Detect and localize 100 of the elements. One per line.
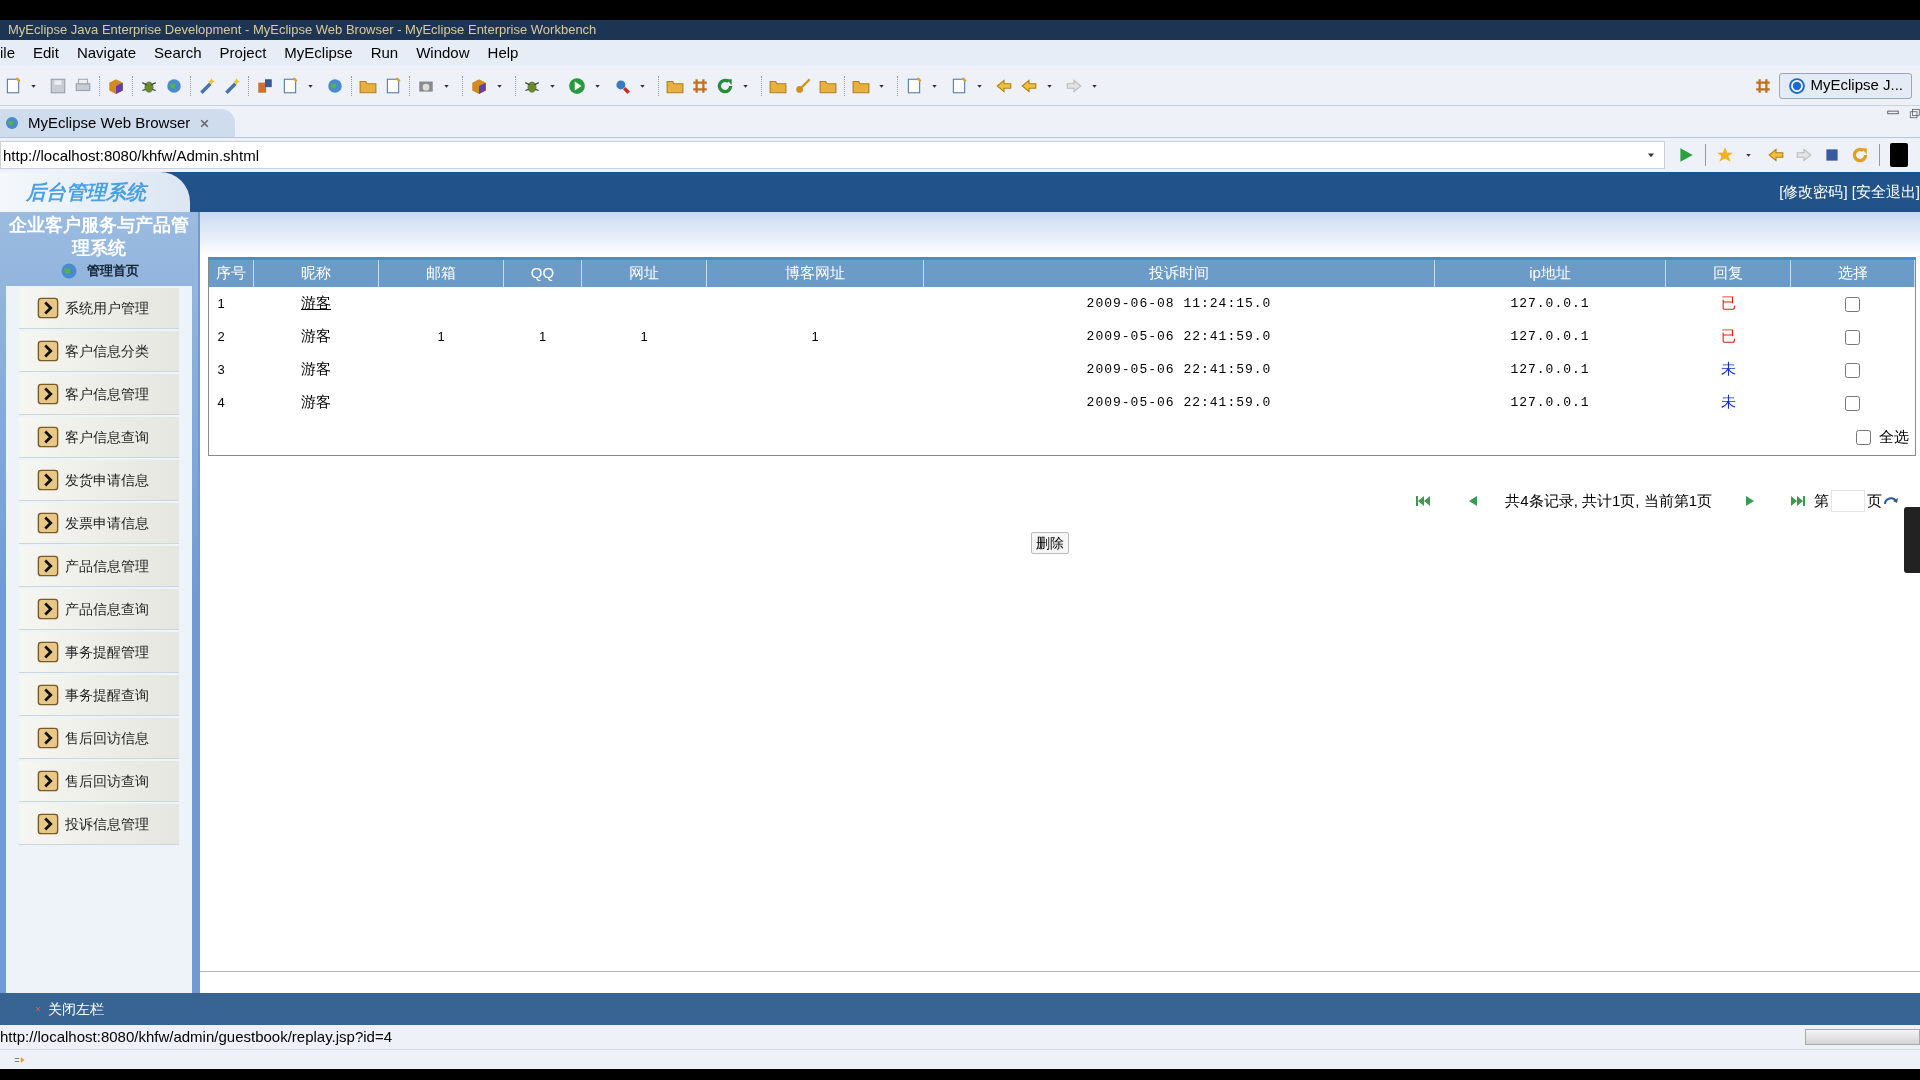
sidebar-item[interactable]: 投诉信息管理 — [18, 804, 179, 845]
refresh-icon[interactable] — [1851, 146, 1869, 164]
menu-item[interactable]: ile — [0, 41, 24, 65]
refresh-icon[interactable] — [716, 76, 734, 95]
row-checkbox[interactable] — [1845, 362, 1860, 378]
table-cell: 127.0.0.1 — [1510, 361, 1590, 377]
table-cell: 1 — [217, 295, 225, 311]
menu-item[interactable]: Search — [145, 41, 211, 65]
nickname-link[interactable]: 游客 — [301, 360, 331, 378]
sidebar-item[interactable]: 事务提醒查询 — [18, 675, 179, 716]
home-link[interactable]: 管理首页 — [58, 260, 139, 282]
chevron-icon — [36, 598, 59, 620]
editor-tab[interactable]: MyEclipse Web Browser — [0, 109, 236, 137]
sidebar-item[interactable]: 客户信息查询 — [18, 417, 179, 458]
delete-button[interactable]: 删除 — [1030, 532, 1069, 554]
wand-icon[interactable] — [223, 76, 241, 95]
document-icon[interactable] — [384, 76, 402, 95]
save-icon[interactable] — [49, 76, 67, 95]
sidebar-item[interactable]: 售后回访信息 — [18, 718, 179, 759]
table-cell: 1 — [538, 328, 547, 344]
nickname-link[interactable]: 游客 — [301, 294, 331, 312]
select-all-checkbox[interactable] — [1856, 429, 1871, 445]
sidebar-item[interactable]: 事务提醒管理 — [18, 632, 179, 673]
table-cell: 127.0.0.1 — [1510, 328, 1590, 344]
restore-icon[interactable] — [1908, 107, 1920, 121]
menu-item[interactable]: Run — [361, 41, 408, 65]
globe-icon[interactable] — [326, 76, 344, 95]
close-icon — [34, 1005, 42, 1013]
document-icon[interactable] — [950, 76, 968, 95]
grid-icon[interactable] — [691, 76, 709, 95]
row-checkbox[interactable] — [1845, 329, 1860, 345]
grid-icon[interactable] — [1754, 76, 1773, 95]
arrow-left-icon[interactable] — [995, 76, 1013, 95]
column-header: 昵称 — [253, 260, 379, 287]
arrow-left-icon[interactable] — [1767, 146, 1785, 164]
table-cell: 2009-05-06 22:41:59.0 — [1086, 328, 1272, 344]
sidebar-item[interactable]: 售后回访查询 — [18, 761, 179, 802]
panel-toggle[interactable] — [1890, 143, 1908, 167]
menu-item[interactable]: Edit — [24, 41, 68, 65]
menu-item[interactable]: Window — [407, 41, 479, 65]
sidebar-item[interactable]: 产品信息查询 — [18, 589, 179, 630]
chevron-icon — [36, 340, 59, 362]
row-checkbox[interactable] — [1845, 395, 1860, 411]
nickname-link[interactable]: 游客 — [301, 393, 331, 411]
document-icon[interactable] — [905, 76, 923, 95]
header-link[interactable]: [修改密码] — [1779, 180, 1848, 204]
globe-icon — [4, 115, 20, 131]
chevron-icon — [36, 512, 59, 534]
stop-icon[interactable] — [1823, 146, 1841, 164]
window-title: MyEclipse Java Enterprise Development - MyEclipse Web Browser - MyEclipse Enterprise Workbench — [8, 21, 597, 40]
sidebar-item[interactable]: 产品信息管理 — [18, 546, 179, 587]
server-icon[interactable] — [256, 76, 274, 95]
column-header: 序号 — [208, 260, 254, 287]
chevron-icon — [36, 383, 59, 405]
column-header: 邮箱 — [378, 260, 504, 287]
sidebar-item[interactable]: 客户信息分类 — [18, 331, 179, 372]
chevron-icon — [36, 813, 59, 835]
cube-icon[interactable] — [470, 76, 488, 95]
table-cell: 1 — [640, 328, 648, 344]
page-number-field[interactable] — [1831, 490, 1865, 512]
chevron-icon — [36, 297, 59, 319]
perspective-button[interactable]: MyEclipse J... — [1779, 72, 1912, 99]
row-checkbox[interactable] — [1845, 296, 1860, 312]
star-icon[interactable] — [1716, 146, 1734, 164]
cube-icon[interactable] — [107, 76, 125, 95]
nickname-link[interactable]: 游客 — [301, 327, 331, 345]
document-icon[interactable] — [281, 76, 299, 95]
status-url: http://localhost:8080/khfw/admin/guestbook/replay.jsp?id=4 — [0, 1026, 394, 1047]
page-suffix: 页 — [1867, 490, 1882, 511]
column-header: 选择 — [1790, 260, 1915, 287]
globe-icon[interactable] — [165, 76, 183, 95]
wand-icon[interactable] — [198, 76, 216, 95]
menu-item[interactable]: MyEclipse — [275, 41, 362, 65]
sidebar-item[interactable]: 发货申请信息 — [18, 460, 179, 501]
play-icon[interactable] — [568, 76, 586, 95]
chevron-icon — [36, 641, 59, 663]
chevron-icon — [36, 684, 59, 706]
column-header: 回复 — [1665, 260, 1791, 287]
key-icon[interactable] — [794, 76, 812, 95]
chevron-icon — [36, 727, 59, 749]
menu-item[interactable]: Project — [210, 41, 276, 65]
sidebar-item[interactable]: 系统用户管理 — [18, 288, 179, 329]
arrow-left-icon[interactable] — [1020, 76, 1038, 95]
header-link[interactable]: [安全退出] — [1851, 180, 1920, 204]
sidebar-item[interactable]: 客户信息管理 — [18, 374, 179, 415]
table-cell: 2 — [217, 328, 225, 344]
close-sidebar-link[interactable]: 关闭左栏 — [34, 998, 104, 1020]
menu-item[interactable]: Navigate — [67, 41, 146, 65]
document-icon[interactable] — [4, 76, 22, 95]
address-field[interactable]: http://localhost:8080/khfw/Admin.shtml — [0, 141, 1665, 169]
go-icon[interactable] — [1677, 146, 1695, 164]
reply-status: 未 — [1720, 360, 1736, 378]
table-cell: 2009-05-06 22:41:59.0 — [1086, 394, 1272, 410]
sidebar-item[interactable]: 发票申请信息 — [18, 503, 179, 544]
table-cell: 2009-05-06 22:41:59.0 — [1086, 361, 1272, 377]
page-prefix: 第 — [1814, 490, 1829, 511]
system-name: 企业客户服务与产品管理系统 — [7, 214, 190, 260]
column-header: QQ — [503, 260, 582, 287]
menu-item[interactable]: Help — [478, 41, 528, 65]
chevron-icon — [36, 770, 59, 792]
